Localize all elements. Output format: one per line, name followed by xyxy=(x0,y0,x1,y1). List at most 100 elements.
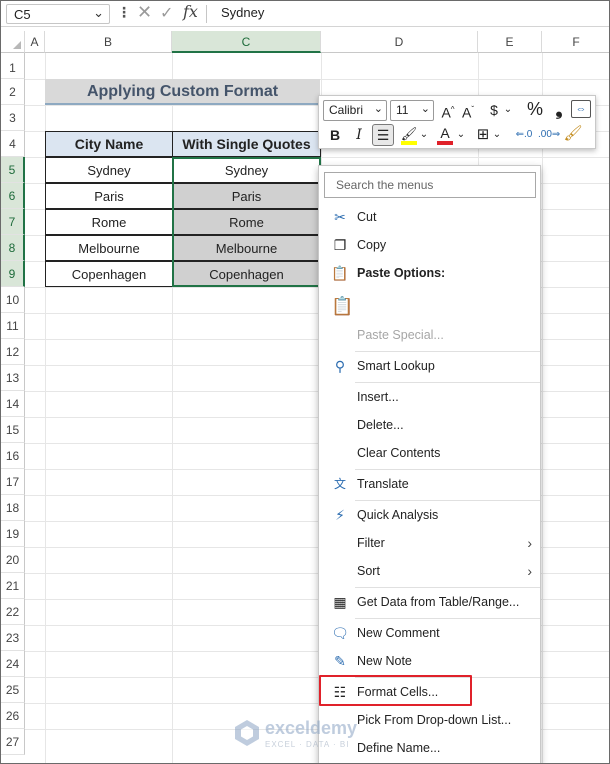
row-header-20[interactable]: 20 xyxy=(1,547,25,573)
column-header-e[interactable]: E xyxy=(478,31,542,53)
row-header-27[interactable]: 27 xyxy=(1,729,25,755)
table-cell-quotes[interactable]: Melbourne xyxy=(172,235,321,261)
menu-item-quick-analysis[interactable]: ⚡ Quick Analysis xyxy=(319,502,540,528)
enter-check-icon[interactable]: ✓ xyxy=(160,3,173,23)
menu-item-clear-contents[interactable]: Clear Contents xyxy=(319,440,540,466)
font-size-value: 11 xyxy=(396,103,409,117)
font-color-letter: A xyxy=(440,125,450,141)
menu-item-sort[interactable]: Sort › xyxy=(319,558,540,584)
chevron-down-icon[interactable]: ⌄ xyxy=(503,100,513,120)
row-header-8[interactable]: 8 xyxy=(1,235,25,261)
chevron-down-icon[interactable]: ⌄ xyxy=(492,125,502,145)
chevron-down-icon[interactable]: ⌄ xyxy=(419,125,429,145)
table-cell-quotes[interactable]: Copenhagen xyxy=(172,261,321,287)
column-header-f[interactable]: F xyxy=(542,31,609,53)
row-header-19[interactable]: 19 xyxy=(1,521,25,547)
row-header-2[interactable]: 2 xyxy=(1,79,25,105)
row-header-5[interactable]: 5 xyxy=(1,157,25,183)
font-color-icon[interactable]: A xyxy=(436,123,454,145)
row-header-6[interactable]: 6 xyxy=(1,183,25,209)
table-cell-quotes[interactable]: Rome xyxy=(172,209,321,235)
menu-item-new-comment[interactable]: 🗨 New Comment xyxy=(319,620,540,646)
currency-icon[interactable]: $ xyxy=(486,100,502,120)
font-name-select[interactable]: Calibri ⌄ xyxy=(323,100,387,121)
table-header-quotes[interactable]: With Single Quotes xyxy=(172,131,321,157)
format-painter-icon[interactable]: 🖌 xyxy=(563,124,583,144)
column-header-c[interactable]: C xyxy=(172,31,321,53)
row-header-25[interactable]: 25 xyxy=(1,677,25,703)
menu-item-smart-lookup[interactable]: ⚲ Smart Lookup xyxy=(319,353,540,379)
more-options-icon[interactable]: ⋮ xyxy=(117,4,131,21)
table-cell-city[interactable]: Copenhagen xyxy=(45,261,173,287)
clipboard-icon: 📋 xyxy=(331,265,349,281)
row-header-7[interactable]: 7 xyxy=(1,209,25,235)
menu-item-paste-special[interactable]: Paste Special... xyxy=(319,322,540,348)
table-cell-city[interactable]: Rome xyxy=(45,209,173,235)
row-header-11[interactable]: 11 xyxy=(1,313,25,339)
scissors-icon: ✂ xyxy=(334,209,346,225)
row-header-26[interactable]: 26 xyxy=(1,703,25,729)
increase-font-size-icon[interactable]: A^ xyxy=(439,100,457,121)
menu-item-insert[interactable]: Insert... xyxy=(319,384,540,410)
menu-item-translate[interactable]: 文 Translate xyxy=(319,471,540,497)
menu-item-delete[interactable]: Delete... xyxy=(319,412,540,438)
row-header-15[interactable]: 15 xyxy=(1,417,25,443)
row-header-21[interactable]: 21 xyxy=(1,573,25,599)
table-cell-quotes[interactable]: Sydney xyxy=(172,157,321,183)
menu-item-copy[interactable]: ❐ Copy xyxy=(319,232,540,258)
cancel-icon[interactable]: ✕ xyxy=(137,2,152,23)
comma-style-icon[interactable]: ❟ xyxy=(551,99,567,119)
insert-function-icon[interactable]: fx xyxy=(183,2,198,21)
menu-item-cut[interactable]: ✂ Cut xyxy=(319,204,540,230)
menu-item-filter[interactable]: Filter › xyxy=(319,530,540,556)
select-all-corner[interactable] xyxy=(1,31,25,53)
formula-input[interactable]: Sydney xyxy=(221,5,264,20)
row-header-22[interactable]: 22 xyxy=(1,599,25,625)
row-header-12[interactable]: 12 xyxy=(1,339,25,365)
font-size-select[interactable]: 11 ⌄ xyxy=(390,100,434,121)
bold-icon[interactable]: B xyxy=(327,125,343,145)
formula-bar: C5 ⌄ ⋮ ✕ ✓ fx Sydney xyxy=(1,1,609,27)
align-center-icon[interactable]: ☰ xyxy=(372,124,394,146)
watermark-tagline: EXCEL · DATA · BI xyxy=(265,740,350,749)
paste-option-button[interactable]: 📋 xyxy=(319,290,540,322)
row-header-23[interactable]: 23 xyxy=(1,625,25,651)
menu-item-new-note[interactable]: ✎ New Note xyxy=(319,648,540,674)
column-header-a[interactable]: A xyxy=(25,31,45,53)
menu-item-get-data[interactable]: ▦ Get Data from Table/Range... xyxy=(319,589,540,615)
row-header-24[interactable]: 24 xyxy=(1,651,25,677)
row-header-10[interactable]: 10 xyxy=(1,287,25,313)
name-box[interactable]: C5 ⌄ xyxy=(6,4,110,24)
row-header-17[interactable]: 17 xyxy=(1,469,25,495)
table-cell-city[interactable]: Paris xyxy=(45,183,173,209)
sheet-title[interactable]: Applying Custom Format xyxy=(45,79,320,105)
column-header-d[interactable]: D xyxy=(321,31,478,53)
menu-separator xyxy=(355,500,540,501)
chevron-down-icon[interactable]: ⌄ xyxy=(93,5,104,21)
column-header-b[interactable]: B xyxy=(45,31,172,53)
table-cell-city[interactable]: Sydney xyxy=(45,157,173,183)
table-cell-city[interactable]: Melbourne xyxy=(45,235,173,261)
italic-icon[interactable]: I xyxy=(351,125,367,145)
row-header-4[interactable]: 4 xyxy=(1,131,25,157)
decrease-decimal-icon[interactable]: .00⇒ xyxy=(538,125,560,145)
decrease-font-size-icon[interactable]: Aˇ xyxy=(459,100,477,121)
percent-icon[interactable]: % xyxy=(525,99,545,119)
search-menus-input[interactable]: Search the menus xyxy=(324,172,536,198)
merge-center-icon[interactable]: ⇔ xyxy=(571,100,591,118)
row-header-18[interactable]: 18 xyxy=(1,495,25,521)
borders-icon[interactable]: ⊞ xyxy=(474,125,492,145)
row-header-1[interactable]: 1 xyxy=(1,53,25,79)
chevron-down-icon[interactable]: ⌄ xyxy=(456,125,466,145)
row-header-9[interactable]: 9 xyxy=(1,261,25,287)
table-header-city[interactable]: City Name xyxy=(45,131,173,157)
translate-icon: 文 xyxy=(333,477,346,491)
fill-color-icon[interactable]: 🖌 xyxy=(399,123,419,145)
row-header-3[interactable]: 3 xyxy=(1,105,25,131)
row-header-14[interactable]: 14 xyxy=(1,391,25,417)
row-header-16[interactable]: 16 xyxy=(1,443,25,469)
exceldemy-logo-icon xyxy=(235,720,259,746)
increase-decimal-icon[interactable]: ⇐.0 xyxy=(513,125,535,145)
table-cell-quotes[interactable]: Paris xyxy=(172,183,321,209)
row-header-13[interactable]: 13 xyxy=(1,365,25,391)
